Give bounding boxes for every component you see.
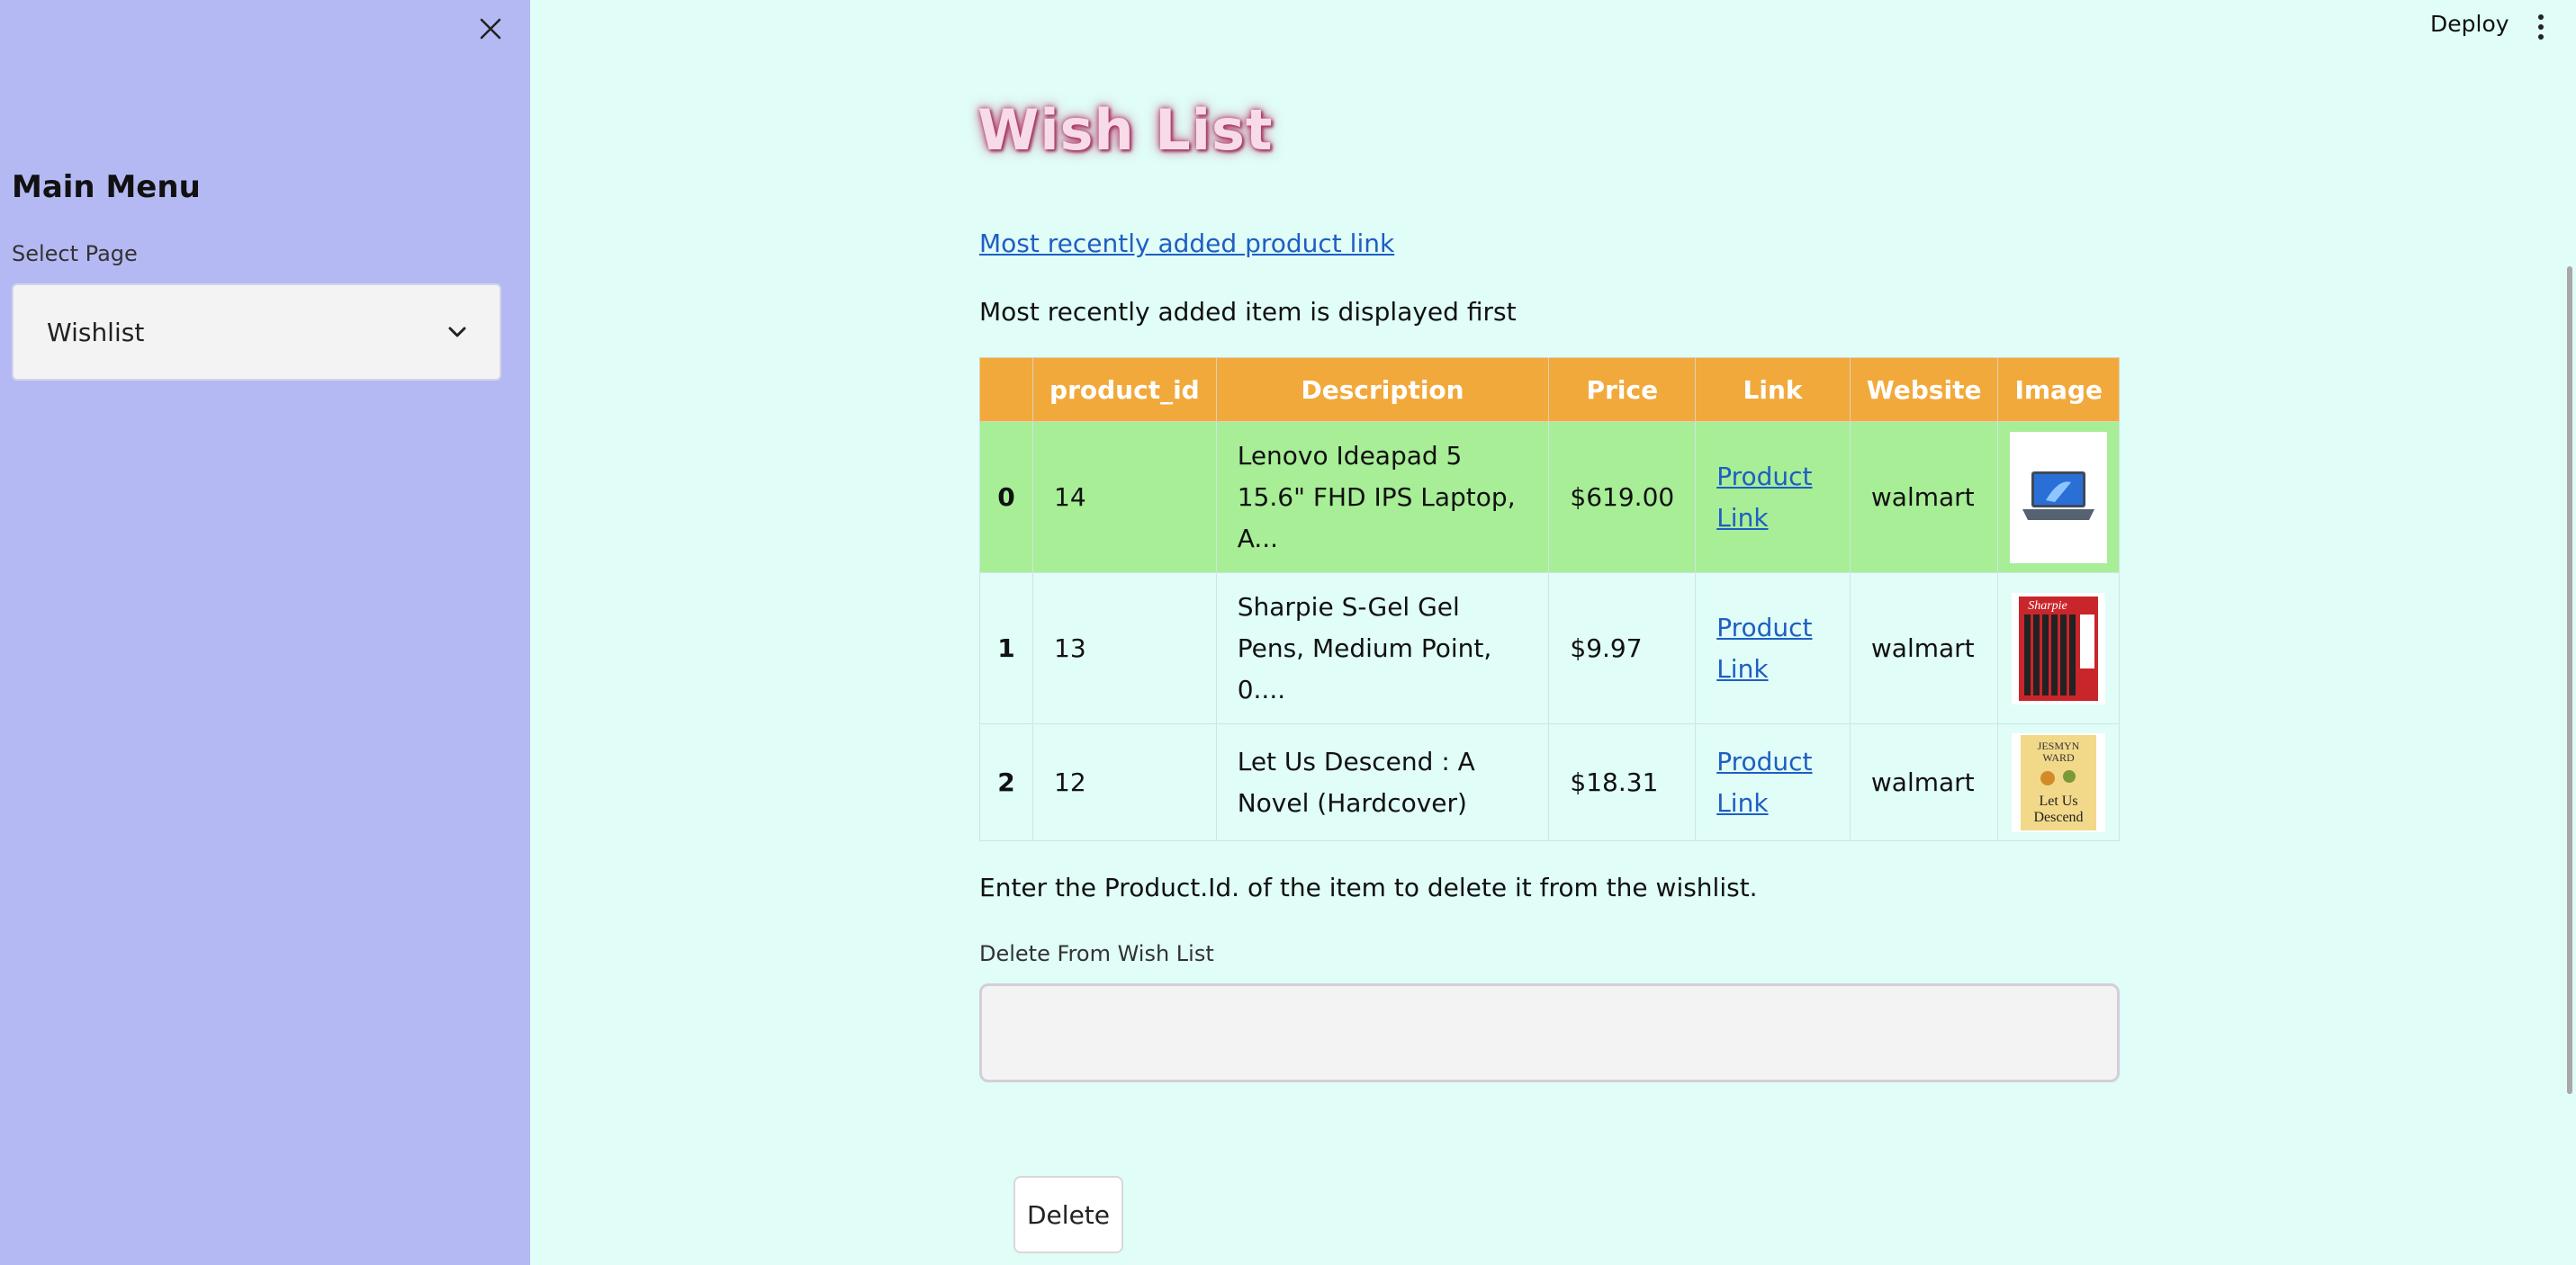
price-cell: $9.97 bbox=[1548, 572, 1697, 724]
kebab-dot-icon bbox=[2538, 34, 2544, 40]
product-id-cell: 12 bbox=[1032, 723, 1217, 841]
image-cell: JESMYN WARD Let Us Descend bbox=[1997, 723, 2120, 841]
close-sidebar-button[interactable] bbox=[474, 13, 507, 45]
link-cell: Product Link bbox=[1695, 421, 1851, 573]
description-cell: Sharpie S-Gel Gel Pens, Medium Point, 0.… bbox=[1215, 572, 1550, 724]
website-cell: walmart bbox=[1849, 421, 1999, 573]
website-cell: walmart bbox=[1849, 723, 1999, 841]
table-row: 2 12 Let Us Descend : A Novel (Hardcover… bbox=[978, 723, 2120, 841]
kebab-dot-icon bbox=[2538, 24, 2544, 30]
product-link[interactable]: Product Link bbox=[1716, 613, 1812, 684]
column-header-website: Website bbox=[1849, 357, 1999, 422]
product-link[interactable]: Product Link bbox=[1716, 747, 1812, 818]
column-header-price: Price bbox=[1548, 357, 1697, 422]
close-icon bbox=[480, 18, 501, 40]
laptop-icon bbox=[2010, 431, 2108, 563]
table-row: 1 13 Sharpie S-Gel Gel Pens, Medium Poin… bbox=[978, 572, 2120, 724]
description-cell: Let Us Descend : A Novel (Hardcover) bbox=[1215, 723, 1550, 841]
svg-text:Let Us: Let Us bbox=[2040, 794, 2078, 809]
page-title: Wish List bbox=[977, 97, 1274, 163]
image-cell: Sharpie bbox=[1997, 572, 2120, 724]
select-page-dropdown[interactable]: Wishlist bbox=[12, 283, 501, 381]
recent-product-link[interactable]: Most recently added product link bbox=[979, 229, 1394, 258]
wishlist-table: product_id Description Price Link Websit… bbox=[978, 357, 2120, 841]
select-page-label: Select Page bbox=[12, 241, 138, 266]
product-link[interactable]: Product Link bbox=[1716, 462, 1812, 533]
svg-text:WARD: WARD bbox=[2043, 751, 2076, 764]
column-header-description: Description bbox=[1215, 357, 1550, 422]
column-header-product-id: product_id bbox=[1032, 357, 1217, 422]
book-image[interactable]: JESMYN WARD Let Us Descend bbox=[2012, 732, 2106, 832]
link-cell: Product Link bbox=[1695, 572, 1851, 724]
table-row: 0 14 Lenovo Ideapad 5 15.6" FHD IPS Lapt… bbox=[978, 421, 2120, 573]
kebab-dot-icon bbox=[2538, 14, 2544, 20]
delete-instructions: Enter the Product.Id. of the item to del… bbox=[979, 873, 1758, 902]
svg-text:Sharpie: Sharpie bbox=[2028, 599, 2067, 613]
link-cell: Product Link bbox=[1695, 723, 1851, 841]
deploy-button[interactable]: Deploy bbox=[2430, 11, 2509, 37]
scrollbar[interactable] bbox=[2567, 266, 2572, 1094]
pens-icon: Sharpie bbox=[2012, 592, 2106, 704]
book-icon: JESMYN WARD Let Us Descend bbox=[2012, 732, 2106, 832]
image-cell bbox=[1997, 421, 2120, 573]
svg-text:JESMYN: JESMYN bbox=[2038, 740, 2080, 752]
column-header-link: Link bbox=[1695, 357, 1851, 422]
svg-text:Descend: Descend bbox=[2034, 810, 2084, 825]
select-page-value: Wishlist bbox=[47, 317, 145, 347]
column-header-index bbox=[978, 357, 1034, 422]
website-cell: walmart bbox=[1849, 572, 1999, 724]
delete-product-id-input[interactable] bbox=[979, 983, 2120, 1082]
delete-field-label: Delete From Wish List bbox=[979, 941, 1214, 966]
row-index: 2 bbox=[978, 723, 1034, 841]
chevron-down-icon bbox=[448, 327, 466, 337]
product-id-cell: 13 bbox=[1032, 572, 1217, 724]
main-menu-button[interactable] bbox=[2531, 9, 2551, 45]
delete-button[interactable]: Delete bbox=[1013, 1176, 1123, 1253]
price-cell: $619.00 bbox=[1548, 421, 1697, 573]
description-cell: Lenovo Ideapad 5 15.6" FHD IPS Laptop, A… bbox=[1215, 421, 1550, 573]
sidebar-title: Main Menu bbox=[12, 169, 201, 205]
recent-note: Most recently added item is displayed fi… bbox=[979, 297, 1517, 327]
row-index: 0 bbox=[978, 421, 1034, 573]
product-id-cell: 14 bbox=[1032, 421, 1217, 573]
pens-image[interactable]: Sharpie bbox=[2012, 592, 2106, 704]
column-header-image: Image bbox=[1997, 357, 2120, 422]
price-cell: $18.31 bbox=[1548, 723, 1697, 841]
row-index: 1 bbox=[978, 572, 1034, 724]
table-header-row: product_id Description Price Link Websit… bbox=[978, 357, 2120, 422]
sidebar: Main Menu Select Page Wishlist bbox=[0, 0, 530, 1265]
laptop-image[interactable] bbox=[2010, 431, 2108, 563]
